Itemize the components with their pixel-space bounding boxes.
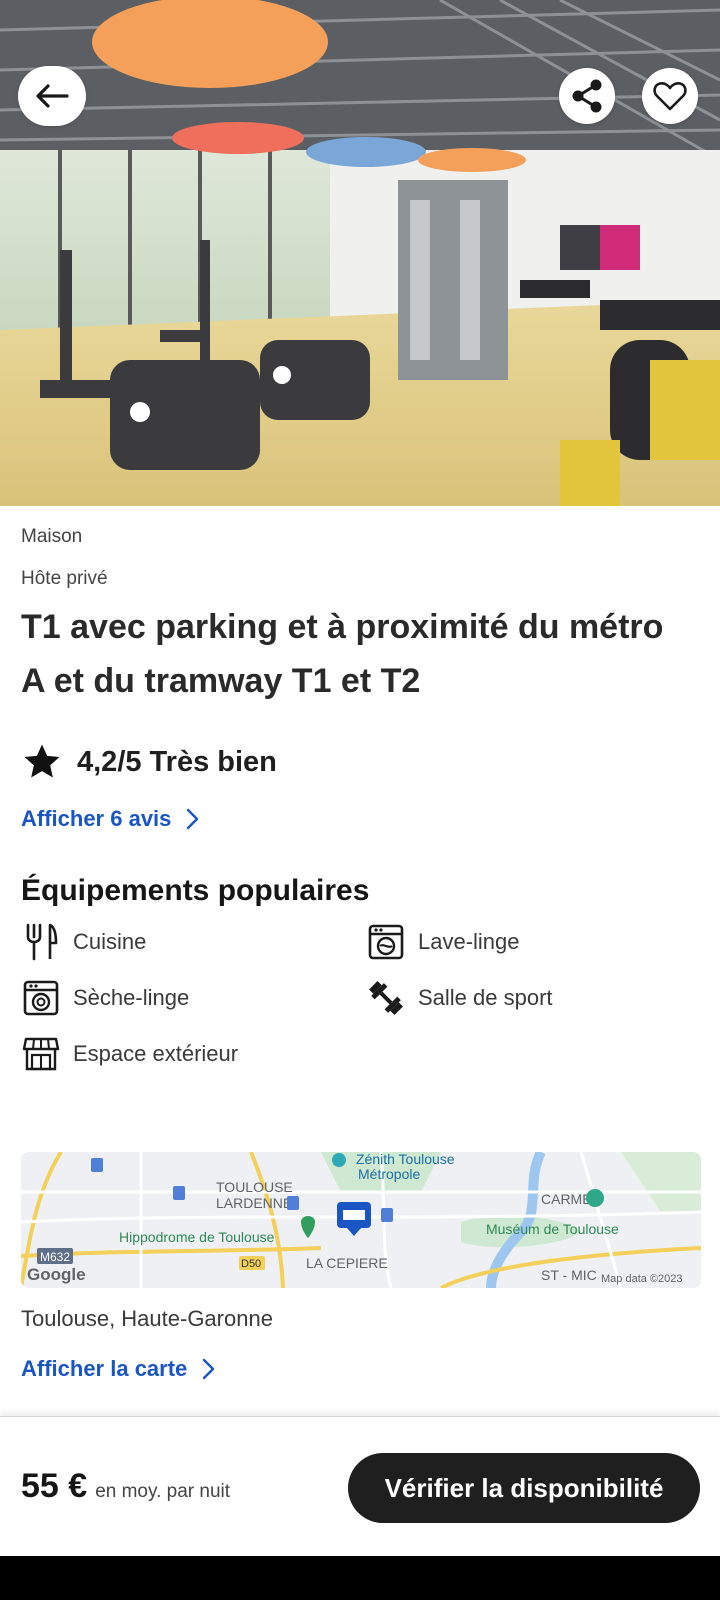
dumbbell-icon [366,978,406,1018]
map-label: Hippodrome de Toulouse [119,1229,275,1245]
amenity-label: Espace extérieur [73,1041,239,1066]
heart-icon [653,81,687,111]
location-text: Toulouse, Haute-Garonne [21,1306,273,1331]
map-image: TOULOUSE LARDENNE CARMES LA CEPIERE ST -… [21,1152,701,1288]
utensils-icon [21,922,61,962]
price-unit: en moy. par nuit [95,1481,231,1502]
amenity-label: Cuisine [73,929,147,954]
star-icon [24,744,60,778]
check-availability-button[interactable]: Vérifier la disponibilité [348,1453,700,1523]
system-navigation-bar [0,1556,720,1600]
map-label: Métropole [358,1166,420,1182]
map-label: Muséum de Toulouse [486,1221,619,1237]
google-logo: Google [27,1265,86,1284]
amenity-label: Sèche-linge [73,985,190,1010]
show-reviews-link[interactable]: Afficher 6 avis [21,806,199,832]
chevron-right-icon [187,808,199,830]
hero-image[interactable] [0,0,720,506]
map-copyright: Map data ©2023 [601,1273,683,1285]
outdoor-space-icon [21,1034,61,1074]
show-map-link[interactable]: Afficher la carte [21,1356,215,1382]
map-label: ST - MIC [541,1267,597,1283]
share-icon [572,79,602,113]
amenity-item-dryer: Sèche-linge [21,978,189,1018]
amenity-item-outdoor: Espace extérieur [21,1034,238,1074]
amenities-title: Équipements populaires [21,874,370,907]
property-category: Maison [21,526,83,547]
map-label: Zénith Toulouse [356,1152,455,1167]
amenities-list: Cuisine Lave-linge Sèche-linge Salle de … [21,922,701,1092]
map-label: TOULOUSE [216,1179,293,1195]
washing-machine-icon [366,922,406,962]
chevron-right-icon [203,1358,215,1380]
gym-photo [0,0,720,506]
show-map-label: Afficher la carte [21,1356,188,1381]
amenity-item-gym: Salle de sport [366,978,553,1018]
price-amount: 55 € [21,1467,88,1505]
rating: 4,2/5 Très bien [21,742,277,782]
host-type: Hôte privé [21,568,108,589]
amenity-item-kitchen: Cuisine [21,922,146,962]
favorite-button[interactable] [642,68,698,124]
rating-text: 4,2/5 Très bien [77,745,277,778]
map-label: LA CEPIERE [306,1255,388,1271]
back-button[interactable] [18,66,86,126]
map-label: LARDENNE [216,1195,292,1211]
dryer-icon [21,978,61,1018]
amenity-item-washer: Lave-linge [366,922,520,962]
museum-pin-icon [586,1189,604,1207]
map-preview[interactable]: TOULOUSE LARDENNE CARMES LA CEPIERE ST -… [21,1152,701,1288]
share-button[interactable] [559,68,615,124]
property-title: T1 avec parking et à proximité du métro … [21,608,664,700]
amenity-label: Lave-linge [418,929,520,954]
show-reviews-label: Afficher 6 avis [21,806,172,831]
arrow-left-icon [36,84,69,108]
map-road-label: D50 [241,1258,261,1270]
price: 55 € en moy. par nuit [21,1467,230,1506]
map-road-label: M632 [40,1250,70,1264]
booking-bar: 55 € en moy. par nuit Vérifier la dispon… [0,1416,720,1556]
amenity-label: Salle de sport [418,985,553,1010]
